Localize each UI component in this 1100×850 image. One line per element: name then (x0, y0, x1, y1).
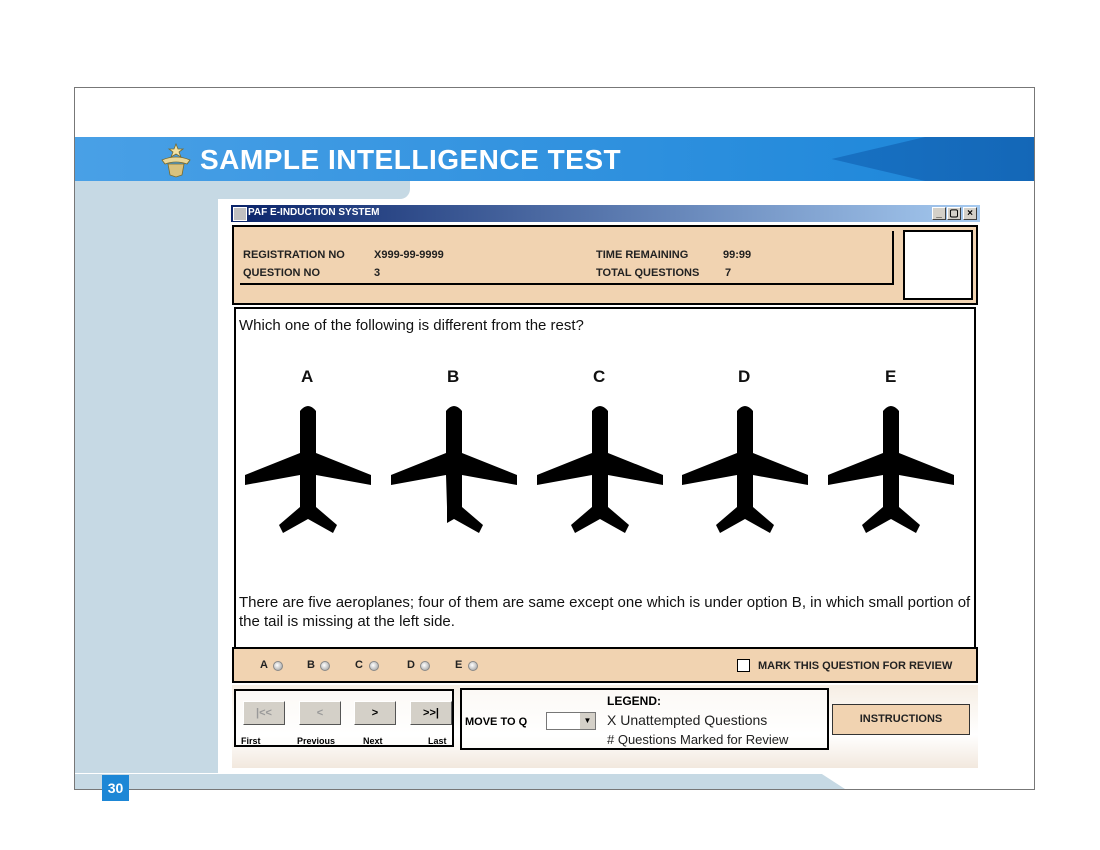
answer-label-b: B (307, 659, 315, 671)
slide-title: SAMPLE INTELLIGENCE TEST (200, 144, 622, 175)
answer-label-e: E (455, 659, 463, 671)
registration-value: X999-99-9999 (374, 249, 444, 261)
close-button[interactable]: × (963, 207, 977, 220)
time-remaining-label: TIME REMAINING (596, 249, 689, 261)
move-to-legend-box: MOVE TO Q ▼ LEGEND: X Unattempted Questi… (460, 688, 829, 750)
total-questions-value: 7 (725, 267, 732, 279)
move-to-label: MOVE TO Q (465, 716, 528, 728)
option-label-c: C (593, 367, 606, 386)
info-row: REGISTRATION NO X999-99-9999 TIME REMAIN… (240, 231, 894, 285)
option-label-b: B (447, 367, 460, 386)
answer-radio-c[interactable] (369, 661, 379, 671)
previous-button[interactable]: < (299, 701, 341, 725)
airplane-icon-c (537, 406, 663, 533)
window-title: PAF E-INDUCTION SYSTEM (248, 207, 380, 218)
question-no-value: 3 (374, 267, 381, 279)
explanation-text: There are five aeroplanes; four of them … (239, 594, 971, 630)
page-number-badge: 30 (102, 775, 129, 801)
paf-emblem-icon (161, 142, 191, 178)
registration-label: REGISTRATION NO (243, 249, 345, 261)
answer-bar: A B C D E MARK THIS QUESTION FOR REVIEW (232, 647, 978, 683)
airplane-icon-a (245, 406, 371, 533)
airplane-icon-b (391, 406, 517, 533)
total-questions-label: TOTAL QUESTIONS (596, 267, 700, 279)
airplane-icon-e (828, 406, 954, 533)
next-button[interactable]: > (354, 701, 396, 725)
answer-radio-d[interactable] (420, 661, 430, 671)
last-caption: Last (428, 736, 447, 746)
airplane-icon-d (682, 406, 808, 533)
legend-unattempted: X Unattempted Questions (607, 712, 768, 728)
option-label-d: D (738, 367, 751, 386)
next-caption: Next (363, 736, 383, 746)
answer-radio-e[interactable] (468, 661, 478, 671)
question-area: Which one of the following is different … (234, 307, 976, 647)
previous-caption: Previous (297, 736, 336, 746)
move-to-select[interactable]: ▼ (546, 712, 596, 730)
left-panel (75, 181, 218, 773)
answer-label-c: C (355, 659, 363, 671)
app-icon (233, 207, 247, 221)
first-caption: First (241, 736, 261, 746)
navigation-area: |<< < > >>| First Previous Next Last MOV… (232, 685, 978, 768)
app-window: PAF E-INDUCTION SYSTEM _ ▢ × REGISTRATIO… (231, 205, 980, 768)
restore-button[interactable]: ▢ (947, 207, 961, 220)
answer-label-a: A (260, 659, 268, 671)
question-text: Which one of the following is different … (239, 317, 584, 334)
first-button[interactable]: |<< (243, 701, 285, 725)
time-remaining-value: 99:99 (723, 249, 752, 261)
option-label-e: E (885, 367, 897, 386)
instructions-button[interactable]: INSTRUCTIONS (832, 704, 970, 735)
dropdown-arrow-icon: ▼ (580, 713, 595, 729)
option-label-a: A (301, 367, 314, 386)
minimize-button[interactable]: _ (932, 207, 946, 220)
bottom-strip (75, 774, 845, 789)
answer-label-d: D (407, 659, 415, 671)
top-strip (218, 181, 410, 199)
candidate-info-panel: REGISTRATION NO X999-99-9999 TIME REMAIN… (232, 225, 978, 305)
legend-marked: # Questions Marked for Review (607, 732, 789, 747)
answer-radio-a[interactable] (273, 661, 283, 671)
last-button[interactable]: >>| (410, 701, 452, 725)
navigation-buttons: |<< < > >>| First Previous Next Last (234, 689, 454, 747)
legend-title: LEGEND: (607, 694, 661, 708)
candidate-photo (903, 230, 973, 300)
question-no-label: QUESTION NO (243, 267, 321, 279)
mark-review-checkbox[interactable] (737, 659, 750, 672)
window-titlebar: PAF E-INDUCTION SYSTEM _ ▢ × (231, 205, 980, 222)
answer-radio-b[interactable] (320, 661, 330, 671)
mark-review-label: MARK THIS QUESTION FOR REVIEW (758, 660, 953, 672)
